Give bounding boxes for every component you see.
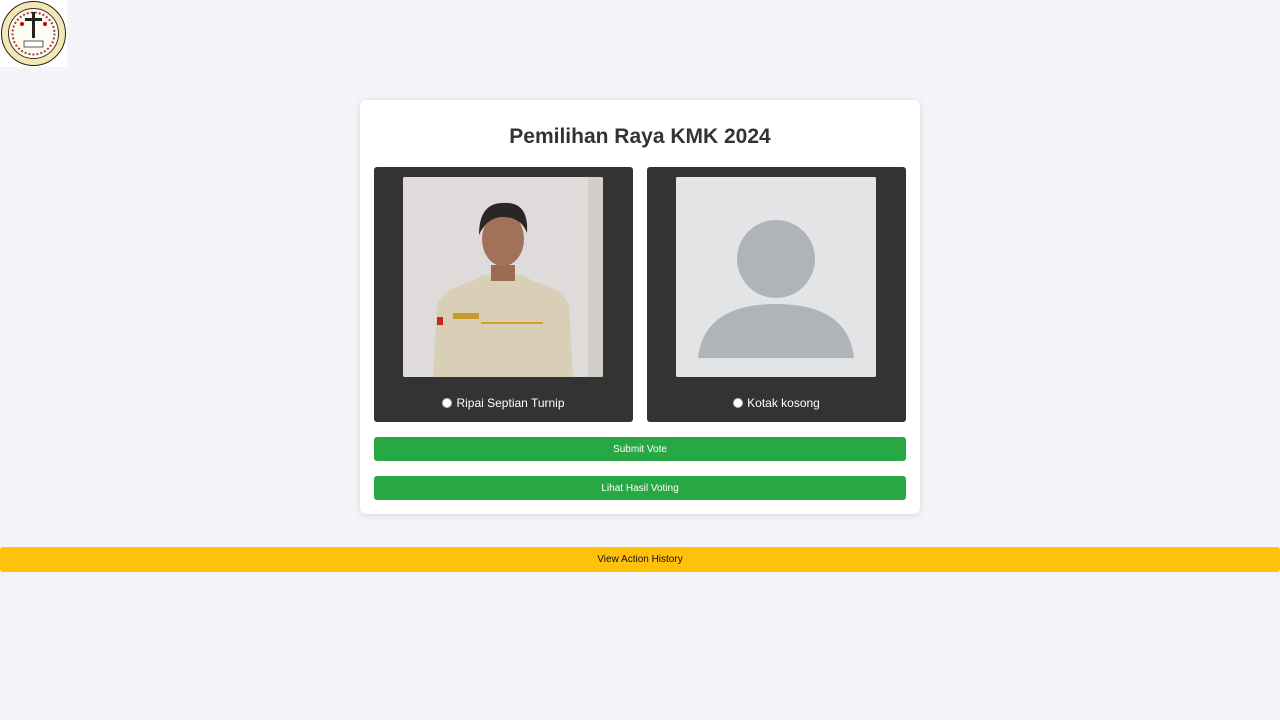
candidate-card-1[interactable]: Ripai Septian Turnip [374, 167, 633, 422]
view-results-button[interactable]: Lihat Hasil Voting [374, 476, 906, 500]
placeholder-avatar-icon [676, 177, 876, 377]
placeholder-avatar [676, 177, 876, 377]
candidate-option-2[interactable]: Kotak kosong [647, 396, 906, 410]
radio-button[interactable] [442, 398, 453, 408]
candidate-photo [403, 177, 603, 377]
kmk-emblem-icon [1, 1, 66, 66]
view-action-history-button[interactable]: View Action History [0, 547, 1280, 572]
candidate-card-2[interactable]: Kotak kosong [647, 167, 906, 422]
radio-button[interactable] [733, 398, 744, 408]
page-title: Pemilihan Raya KMK 2024 [509, 125, 771, 148]
submit-vote-button[interactable]: Submit Vote [374, 437, 906, 461]
candidate-option-1[interactable]: Ripai Septian Turnip [374, 396, 633, 410]
candidate-name: Kotak kosong [747, 396, 820, 410]
org-logo [0, 0, 67, 67]
person-photo-icon [403, 177, 603, 377]
voting-card: Pemilihan Raya KMK 2024 Ripai Septian Tu… [360, 100, 920, 514]
candidate-name: Ripai Septian Turnip [456, 396, 565, 410]
